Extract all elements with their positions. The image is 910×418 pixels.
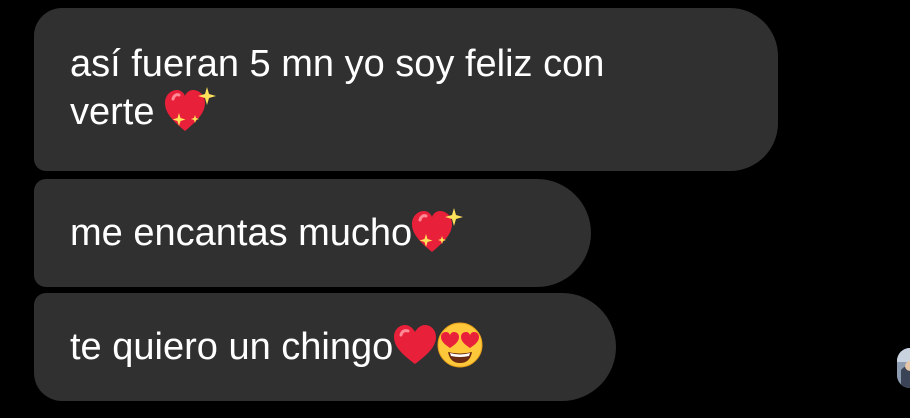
- message-bubble-1[interactable]: así fueran 5 mn yo soy feliz con verte: [34, 8, 778, 171]
- avatar[interactable]: [897, 348, 910, 388]
- message-2-line: me encantas mucho: [70, 207, 555, 257]
- sparkling-heart-icon: [412, 207, 464, 252]
- message-3-line: te quiero un chingo: [70, 322, 580, 371]
- chat-thread: así fueran 5 mn yo soy feliz con verte m…: [0, 0, 910, 418]
- message-1-line-1: así fueran 5 mn yo soy feliz con: [70, 43, 605, 85]
- sparkling-heart-icon: [165, 86, 217, 131]
- message-1-line-2: verte: [70, 86, 742, 136]
- message-bubble-3[interactable]: te quiero un chingo: [34, 293, 616, 401]
- message-1-line-2-text: verte: [70, 91, 155, 133]
- red-heart-icon: [394, 324, 437, 364]
- message-bubble-2[interactable]: me encantas mucho: [34, 179, 591, 287]
- heart-eyes-face-icon: [437, 322, 483, 368]
- message-2-text: me encantas mucho: [70, 212, 413, 254]
- message-3-text: te quiero un chingo: [70, 326, 394, 368]
- profile-avatar-icon: [897, 348, 910, 388]
